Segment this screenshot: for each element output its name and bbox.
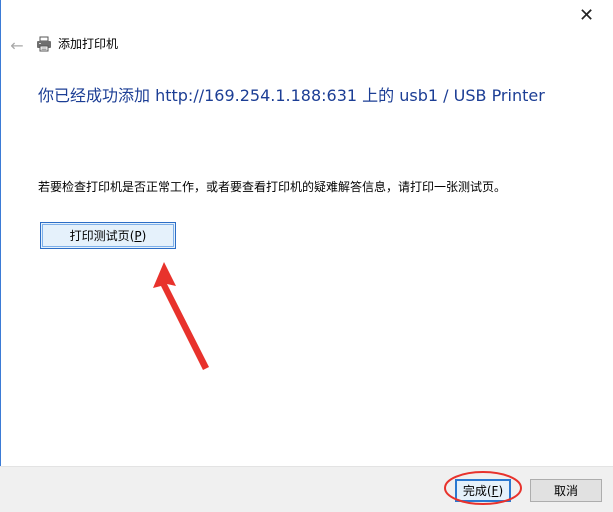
print-test-page-button[interactable]: 打印测试页(P)	[40, 222, 176, 249]
close-icon: ✕	[578, 4, 595, 26]
back-arrow-icon: ←	[10, 35, 24, 55]
print-test-page-access-key: P	[134, 228, 142, 243]
back-button[interactable]: ←	[6, 34, 28, 56]
test-page-instruction: 若要检查打印机是否正常工作，或者要查看打印机的疑难解答信息，请打印一张测试页。	[38, 180, 507, 194]
print-test-page-label: 打印测试页	[69, 229, 130, 243]
window-left-border	[0, 0, 1, 511]
cancel-button[interactable]: 取消	[530, 479, 602, 502]
red-annotation-arrow	[153, 262, 209, 370]
red-annotation-circle	[444, 471, 522, 505]
success-heading: 你已经成功添加 http://169.254.1.188:631 上的 usb1…	[38, 86, 545, 105]
close-button[interactable]: ✕	[560, 0, 613, 30]
printer-icon	[37, 36, 51, 52]
cancel-label: 取消	[553, 484, 578, 498]
add-printer-dialog: ✕ ← 添加打印机 你已经成功添加 http://169.254.1.188:6…	[0, 0, 613, 512]
dialog-title: 添加打印机	[58, 37, 119, 51]
